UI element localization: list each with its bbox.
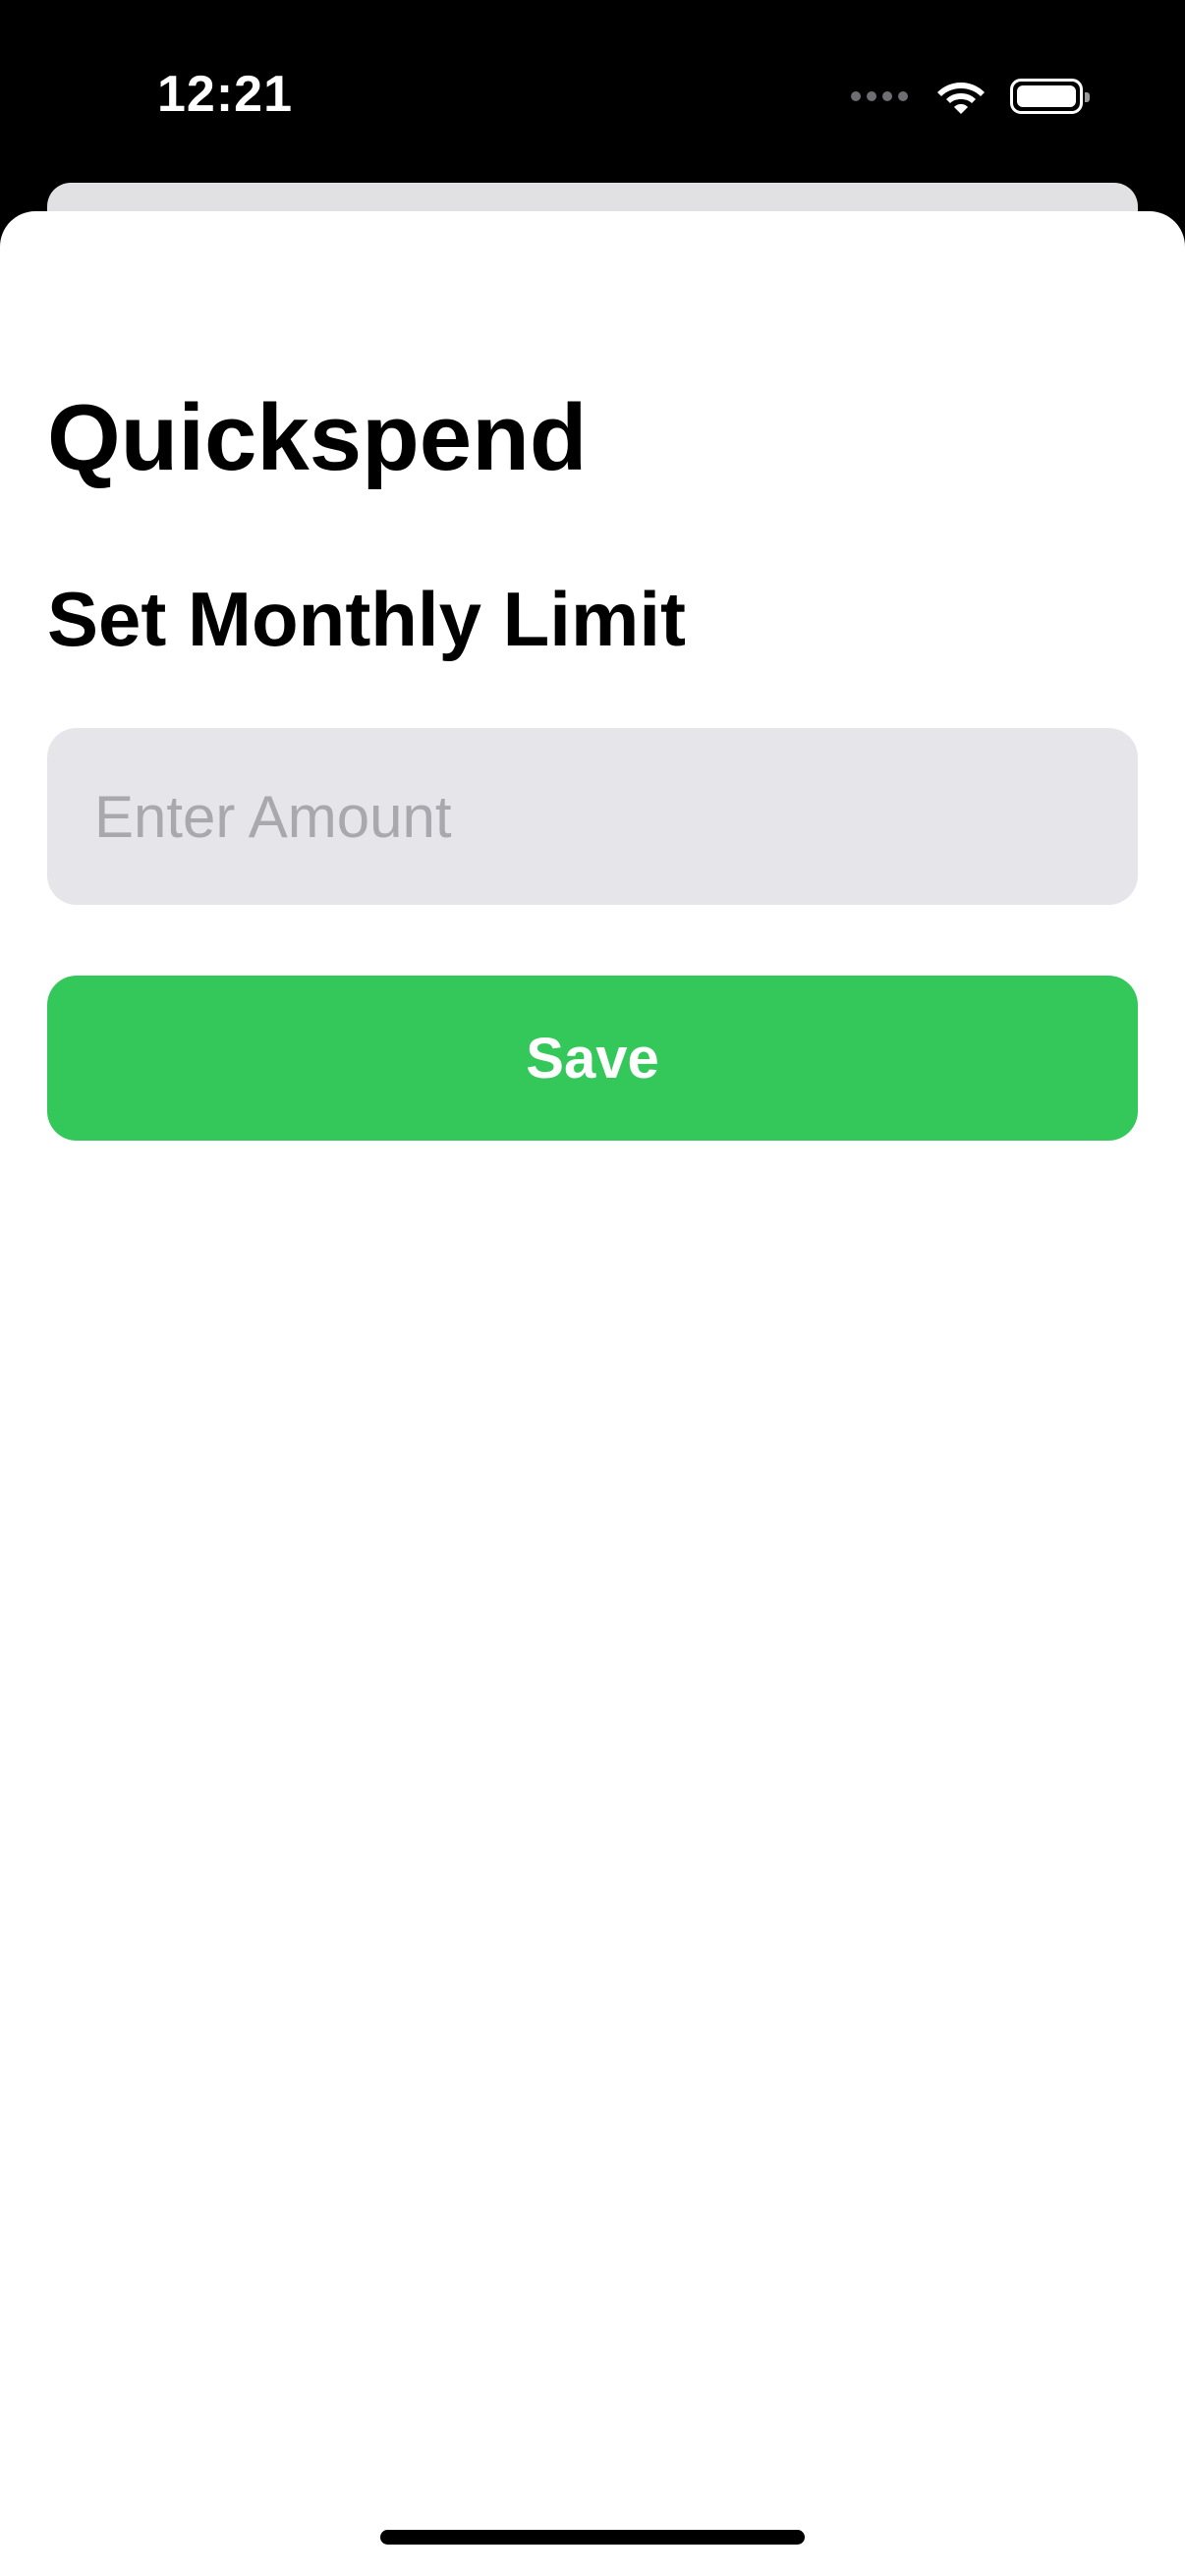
section-title: Set Monthly Limit (47, 576, 686, 662)
wifi-icon (937, 83, 985, 114)
cellular-signal-icon (851, 91, 908, 101)
amount-input[interactable] (47, 728, 1138, 905)
battery-icon (1010, 79, 1090, 114)
status-icons (851, 73, 1090, 120)
status-time: 12:21 (157, 66, 293, 123)
app-title: Quickspend (47, 385, 588, 490)
save-button[interactable]: Save (47, 976, 1138, 1141)
screen: 12:21 Quickspend Set Monthly Limit Save (0, 0, 1185, 2576)
status-bar: 12:21 (0, 0, 1185, 187)
limit-sheet: Quickspend Set Monthly Limit Save (0, 211, 1185, 2576)
home-indicator[interactable] (380, 2530, 805, 2545)
